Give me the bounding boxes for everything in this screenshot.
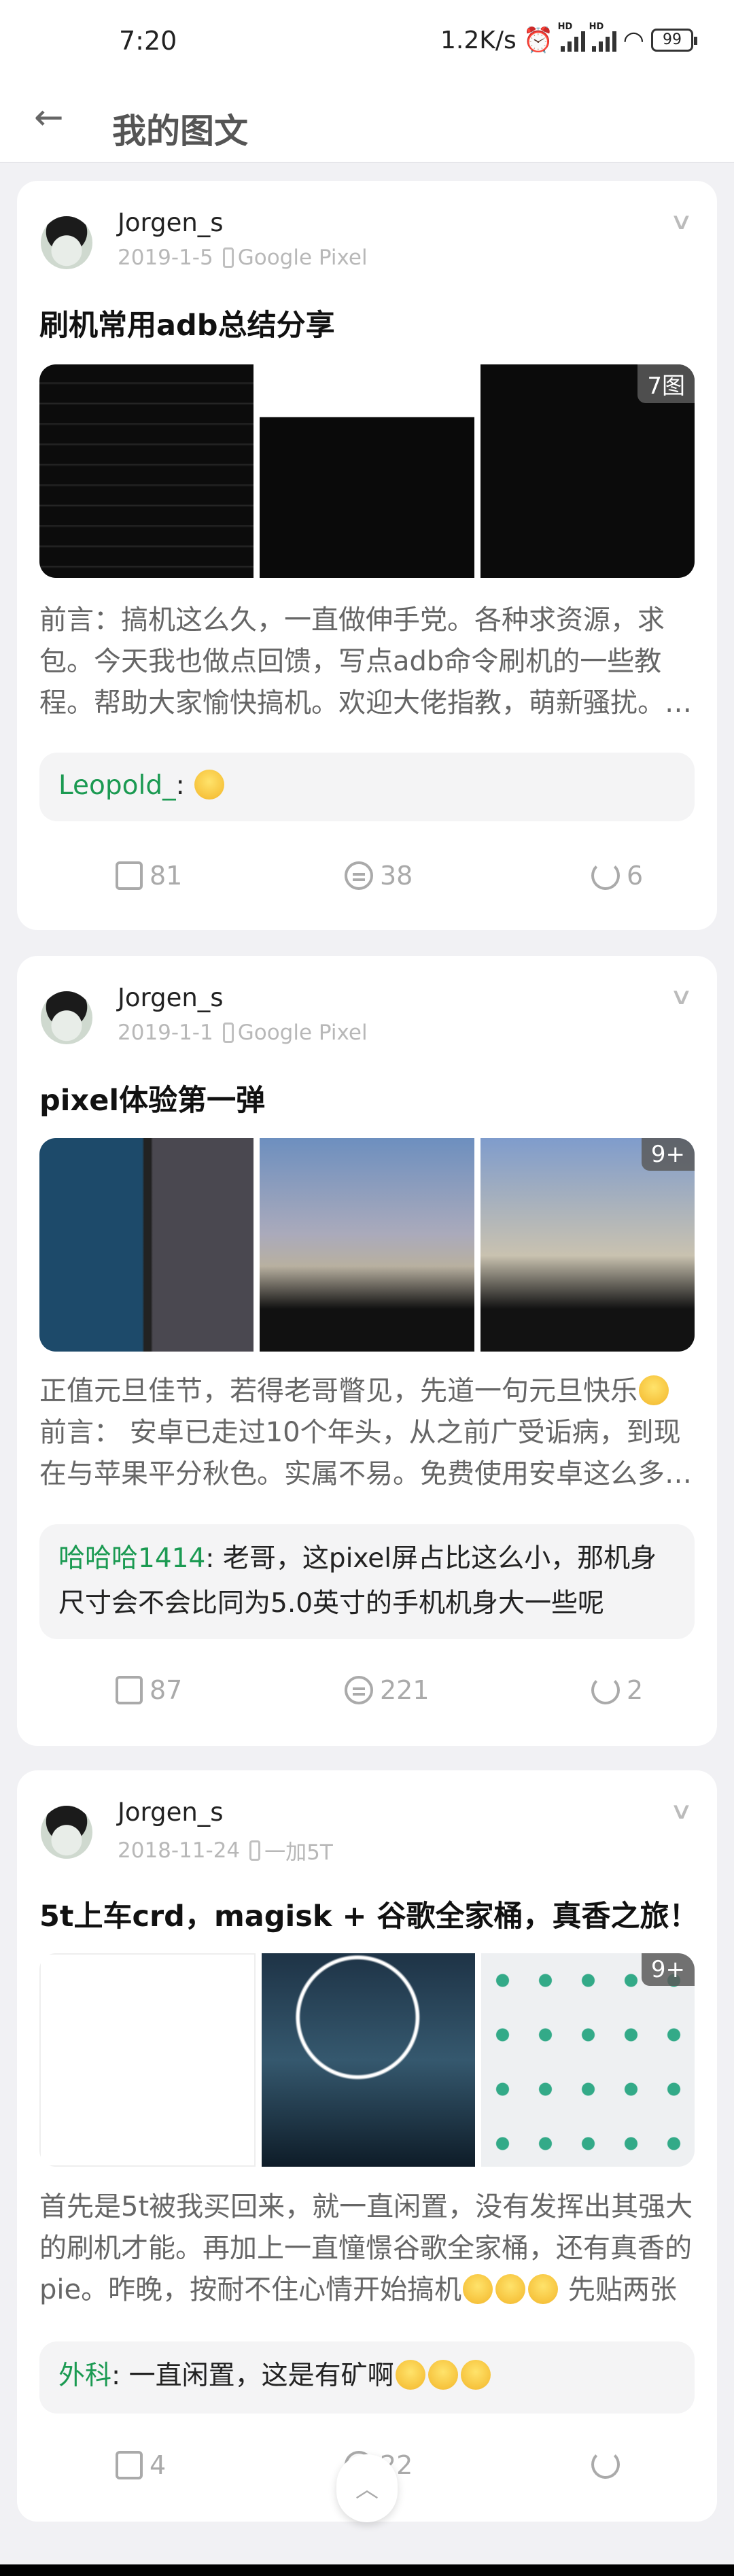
emoji-icon	[495, 2274, 526, 2304]
scroll-to-top-button[interactable]: ︿	[336, 2454, 398, 2522]
share-icon	[591, 861, 620, 890]
like-count: 4	[150, 2450, 167, 2480]
post-title[interactable]: 5t上车crd，magisk + 谷歌全家桶，真香之旅！	[39, 1893, 698, 1935]
post-date: 2019-1-5	[118, 245, 213, 270]
post-date: 2018-11-24	[118, 1838, 241, 1863]
post-image[interactable]	[39, 1953, 256, 2167]
post-date: 2019-1-1	[118, 1020, 213, 1045]
device-name: 一加5T	[264, 1840, 333, 1865]
phone-icon	[222, 1023, 234, 1043]
app-header: ← 我的图文	[0, 85, 734, 163]
image-grid[interactable]: 7图	[39, 364, 695, 578]
comment-user[interactable]: 外科	[58, 2360, 111, 2391]
image-count-badge: 9+	[641, 1953, 695, 1986]
share-count: 2	[627, 1675, 644, 1705]
thumbs-up-icon	[116, 1676, 143, 1704]
top-comment[interactable]: 外科: 一直闲置，这是有矿啊	[39, 2341, 695, 2414]
back-arrow-icon[interactable]: ←	[34, 100, 64, 135]
post-title[interactable]: 刷机常用adb总结分享	[39, 302, 335, 344]
comment-count: 221	[380, 1675, 430, 1705]
image-count-badge: 7图	[637, 364, 695, 403]
chevron-down-icon[interactable]: ∨	[669, 208, 693, 235]
post-excerpt[interactable]: 正值元旦佳节，若得老哥瞥见，先道一句元旦快乐 前言： 安卓已走过10个年头，从之…	[39, 1371, 699, 1495]
share-button[interactable]: 6	[591, 861, 643, 891]
post-image[interactable]	[262, 1953, 475, 2167]
comment-icon	[345, 1676, 373, 1704]
navigation-bar	[0, 2564, 734, 2576]
comment-button[interactable]: 221	[345, 1675, 430, 1705]
share-icon	[591, 1676, 620, 1704]
share-count: 6	[627, 861, 644, 891]
top-comment[interactable]: Leopold_:	[39, 753, 695, 821]
network-speed: 1.2K/s	[440, 26, 517, 54]
emoji-icon	[395, 2360, 425, 2390]
post-excerpt[interactable]: 前言：搞机这么久，一直做伸手党。各种求资源，求包。今天我也做点回馈，写点adb命…	[39, 600, 699, 724]
signal-icon: HD	[558, 22, 585, 52]
emoji-icon	[460, 2360, 491, 2390]
emoji-icon	[194, 770, 225, 800]
comment-button[interactable]: 38	[345, 861, 413, 891]
share-button[interactable]: 2	[591, 1675, 643, 1705]
image-grid[interactable]: 9+	[39, 1953, 695, 2167]
like-button[interactable]: 87	[116, 1675, 182, 1705]
thumbs-up-icon	[116, 861, 143, 890]
device-name: Google Pixel	[237, 245, 368, 270]
comment-user[interactable]: 哈哈哈1414	[58, 1543, 205, 1574]
phone-icon	[222, 247, 234, 268]
thumbs-up-icon	[116, 2451, 143, 2479]
avatar[interactable]	[41, 1806, 92, 1859]
post-image[interactable]: 9+	[481, 1953, 695, 2167]
emoji-icon	[639, 1375, 669, 1405]
post-image[interactable]	[260, 1138, 474, 1352]
emoji-icon	[427, 2360, 458, 2390]
chevron-up-icon: ︿	[355, 2476, 379, 2503]
image-grid[interactable]: 9+	[39, 1138, 695, 1352]
status-bar: 7:20 1.2K/s ⏰ HD HD ◠ 99	[0, 0, 734, 85]
page-title: 我的图文	[112, 111, 248, 151]
post-card[interactable]: Jorgen_s 2019-1-1 Google Pixel ∨ pixel体验第…	[17, 956, 717, 1746]
post-excerpt[interactable]: 首先是5t被我买回来，就一直闲置，没有发挥出其强大的刷机才能。再加上一直憧憬谷歌…	[39, 2186, 699, 2311]
comment-text: 一直闲置，这是有矿啊	[128, 2360, 394, 2391]
wifi-icon: ◠	[623, 26, 644, 54]
post-image[interactable]	[39, 1138, 254, 1352]
avatar[interactable]	[41, 216, 92, 269]
author-name[interactable]: Jorgen_s	[118, 1798, 224, 1827]
post-meta: 2018-11-24 一加5T	[118, 1835, 333, 1866]
author-name[interactable]: Jorgen_s	[118, 208, 224, 237]
avatar[interactable]	[41, 991, 92, 1044]
comment-icon	[345, 861, 373, 890]
phone-icon	[249, 1840, 261, 1861]
post-card[interactable]: Jorgen_s 2019-1-5 Google Pixel ∨ 刷机常用adb总…	[17, 181, 717, 930]
like-button[interactable]: 4	[116, 2450, 166, 2480]
post-title[interactable]: pixel体验第一弹	[39, 1077, 265, 1119]
chevron-down-icon[interactable]: ∨	[669, 1798, 693, 1825]
clock: 7:20	[119, 26, 177, 56]
chevron-down-icon[interactable]: ∨	[669, 983, 693, 1010]
post-meta: 2019-1-5 Google Pixel	[118, 245, 368, 270]
image-count-badge: 9+	[641, 1138, 695, 1171]
comment-user[interactable]: Leopold_	[58, 770, 176, 801]
device-name: Google Pixel	[237, 1020, 368, 1045]
comment-count: 38	[380, 861, 413, 891]
like-count: 81	[150, 861, 183, 891]
post-image[interactable]: 7图	[480, 364, 695, 578]
emoji-icon	[463, 2274, 493, 2304]
post-image[interactable]	[260, 364, 474, 578]
author-name[interactable]: Jorgen_s	[118, 983, 224, 1012]
like-count: 87	[150, 1675, 183, 1705]
signal-icon-2: HD	[589, 22, 616, 52]
emoji-icon	[528, 2274, 559, 2304]
like-button[interactable]: 81	[116, 861, 182, 891]
alarm-icon: ⏰	[523, 27, 554, 54]
post-card[interactable]: Jorgen_s 2018-11-24 一加5T ∨ 5t上车crd，magisk…	[17, 1770, 717, 2522]
top-comment[interactable]: 哈哈哈1414: 老哥，这pixel屏占比这么小，那机身尺寸会不会比同为5.0英…	[39, 1524, 695, 1639]
share-button[interactable]	[591, 2450, 627, 2479]
post-image[interactable]: 9+	[480, 1138, 695, 1352]
battery-icon: 99	[651, 29, 697, 52]
post-meta: 2019-1-1 Google Pixel	[118, 1020, 368, 1045]
share-icon	[591, 2450, 620, 2479]
post-image[interactable]	[39, 364, 254, 578]
